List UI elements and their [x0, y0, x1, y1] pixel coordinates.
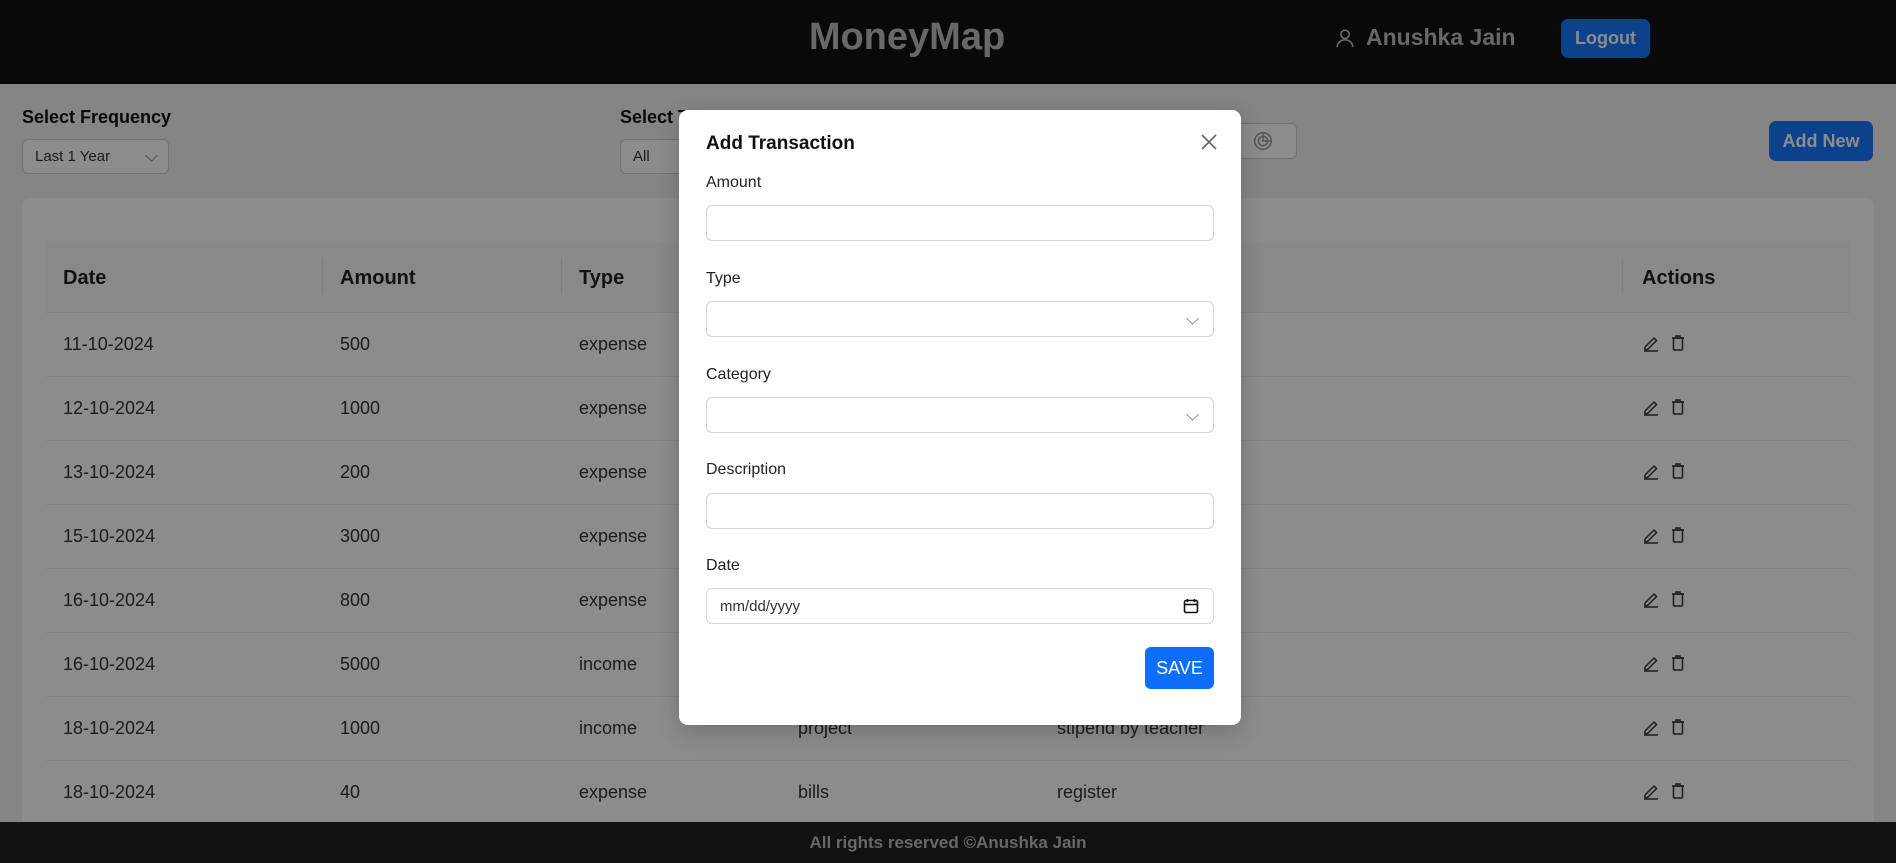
chevron-down-icon — [1186, 408, 1199, 421]
date-label: Date — [706, 557, 740, 574]
amount-input[interactable] — [706, 205, 1214, 241]
date-input[interactable]: mm/dd/yyyy — [706, 588, 1214, 624]
date-placeholder: mm/dd/yyyy — [720, 598, 801, 615]
close-icon[interactable] — [1197, 130, 1221, 154]
chevron-down-icon — [1186, 312, 1199, 325]
type-select[interactable] — [706, 301, 1214, 337]
calendar-icon[interactable] — [1183, 598, 1199, 614]
type-label: Type — [706, 270, 741, 287]
amount-label: Amount — [706, 174, 762, 191]
category-select[interactable] — [706, 397, 1214, 433]
add-transaction-modal: Add Transaction Amount Type Category Des… — [679, 110, 1241, 725]
category-label: Category — [706, 366, 771, 383]
modal-title: Add Transaction — [706, 133, 855, 154]
description-input[interactable] — [706, 493, 1214, 529]
description-label: Description — [706, 461, 787, 478]
save-button[interactable]: SAVE — [1145, 647, 1214, 689]
